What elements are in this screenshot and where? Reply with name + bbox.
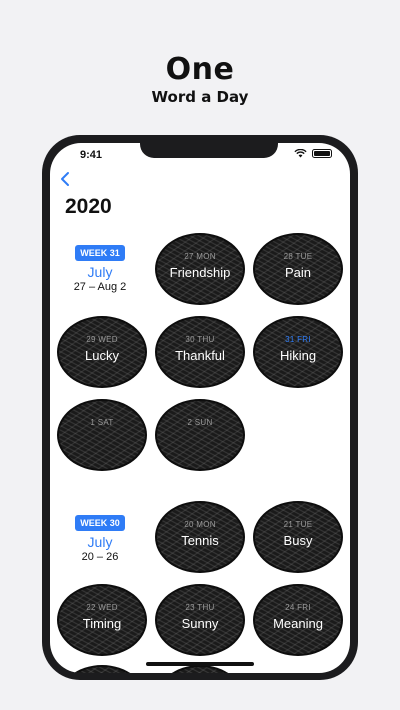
week-month: July xyxy=(87,534,113,550)
day-date: 30 THU xyxy=(185,335,215,344)
day-date: 27 MON xyxy=(184,252,216,261)
day-word: Meaning xyxy=(273,616,323,631)
day-circle[interactable]: 22 WED Timing xyxy=(57,584,147,656)
day-date: 31 FRI xyxy=(285,335,311,344)
year-title: 2020 xyxy=(65,195,112,218)
battery-icon xyxy=(312,149,332,158)
week-range: 27 – Aug 2 xyxy=(73,281,127,293)
day-date: 22 WED xyxy=(86,603,118,612)
day-circle[interactable]: 1 SAT xyxy=(57,399,147,471)
week-month: July xyxy=(87,264,113,280)
notch xyxy=(140,143,278,158)
day-word: Thankful xyxy=(175,348,225,363)
week-badge: WEEK 30 xyxy=(75,515,125,531)
status-icons xyxy=(294,149,332,158)
status-time: 9:41 xyxy=(80,149,103,161)
day-word: Busy xyxy=(283,533,313,548)
day-word: Timing xyxy=(82,616,122,631)
day-circle[interactable]: 30 THU Thankful xyxy=(155,316,245,388)
day-circle[interactable]: 24 FRI Meaning xyxy=(253,584,343,656)
day-date: 21 TUE xyxy=(283,520,313,529)
day-word: Tennis xyxy=(181,533,219,548)
day-circle[interactable]: 27 MON Friendship xyxy=(155,233,245,305)
day-date: 1 SAT xyxy=(90,418,114,427)
day-date: 2 SUN xyxy=(187,418,213,427)
day-word: Friendship xyxy=(169,265,231,280)
day-word: Hiking xyxy=(279,348,317,363)
week-header: WEEK 31 July 27 – Aug 2 xyxy=(50,243,150,293)
day-word: Lucky xyxy=(85,348,119,363)
day-circle[interactable]: 2 SUN xyxy=(155,399,245,471)
day-circle[interactable]: 23 THU Sunny xyxy=(155,584,245,656)
app-screen: 9:41 2020 WEEK 31 July 27 – Aug 2 27 MON… xyxy=(50,143,350,673)
day-circle[interactable]: 21 TUE Busy xyxy=(253,501,343,573)
day-word: Pain xyxy=(284,265,312,280)
day-circle[interactable] xyxy=(155,665,245,673)
day-circle[interactable]: 20 MON Tennis xyxy=(155,501,245,573)
day-date: 20 MON xyxy=(184,520,216,529)
day-date: 24 FRI xyxy=(285,603,311,612)
week-header: WEEK 30 July 20 – 26 xyxy=(50,513,150,563)
week-range: 20 – 26 xyxy=(81,551,119,563)
day-date: 23 THU xyxy=(185,603,215,612)
day-circle[interactable]: 29 WED Lucky xyxy=(57,316,147,388)
day-circle[interactable] xyxy=(57,665,147,673)
home-indicator[interactable] xyxy=(146,662,254,666)
day-circle-today[interactable]: 31 FRI Hiking xyxy=(253,316,343,388)
chevron-left-icon xyxy=(61,172,69,186)
promo-subtitle: Word a Day xyxy=(151,88,249,106)
day-word: Sunny xyxy=(181,616,219,631)
day-circle[interactable]: 28 TUE Pain xyxy=(253,233,343,305)
promo-title: One xyxy=(165,52,235,87)
wifi-icon xyxy=(294,149,307,158)
day-date: 28 TUE xyxy=(283,252,313,261)
back-button[interactable] xyxy=(60,171,78,191)
week-badge: WEEK 31 xyxy=(75,245,125,261)
day-date: 29 WED xyxy=(86,335,118,344)
